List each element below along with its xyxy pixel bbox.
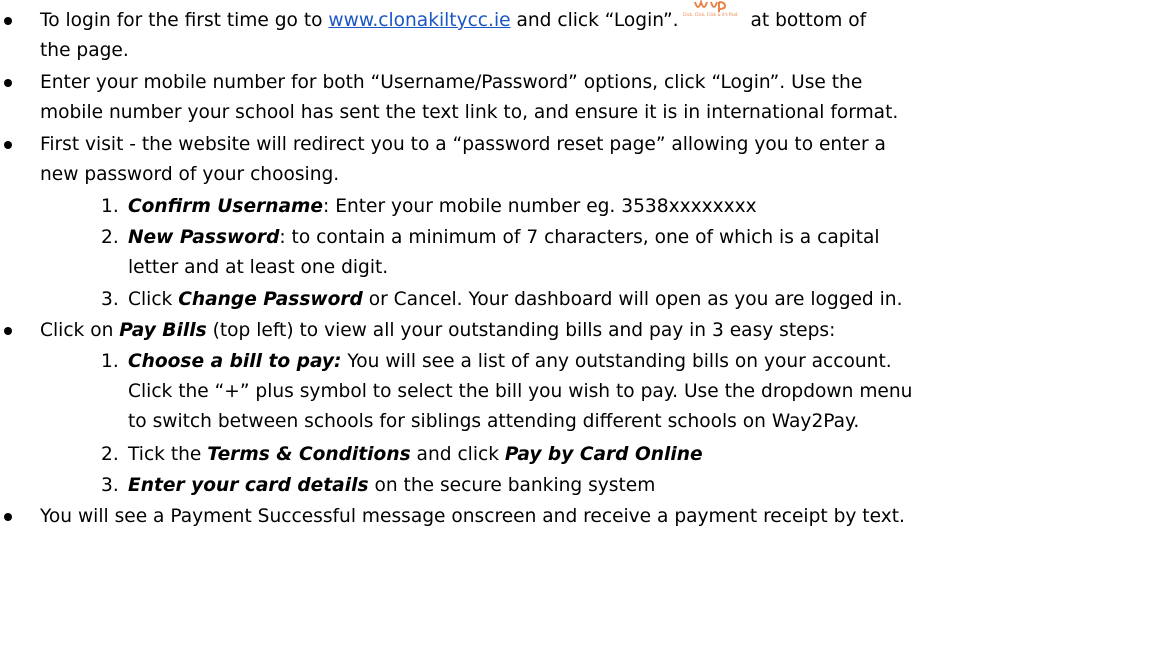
text: Tick the [128,444,208,465]
text: on the secure banking system [368,475,656,496]
bullet-icon [4,79,12,87]
text: To login for the first time go to [40,10,329,31]
bullet-icon [4,513,12,521]
bullet-icon [4,17,12,25]
text: You will see a list of any outstanding b… [341,351,892,372]
emphasis: Choose a bill to pay: [128,351,342,372]
bullet-icon [4,141,12,149]
website-link[interactable]: www.clonakiltycc.ie [328,10,510,31]
text: to switch between schools for siblings a… [128,411,860,432]
text: the page. [40,40,129,61]
emphasis: Confirm Username [128,196,324,217]
text: Enter your mobile number for both “Usern… [40,72,863,93]
text: and click “Login”. [510,10,679,31]
step-number: 2. [101,444,119,465]
text: You will see a Payment Successful messag… [40,506,905,527]
emphasis: Pay by Card Online [504,444,703,465]
text: Click on [40,320,120,341]
way2pay-logo: Click, Click, Click & it's Paid [682,0,738,32]
step-number: 2. [101,227,119,248]
emphasis: New Password [128,227,280,248]
text: mobile number your school has sent the t… [40,102,899,123]
text: : to contain a minimum of 7 characters, … [279,227,880,248]
text: at bottom of [744,10,867,31]
emphasis: Enter your card details [128,475,369,496]
text: : Enter your mobile number eg. 3538xxxxx… [323,196,757,217]
text: and click [410,444,505,465]
emphasis: Change Password [178,289,363,310]
bullet-icon [4,327,12,335]
text: or Cancel. Your dashboard will open as y… [362,289,903,310]
step-number: 3. [101,289,119,310]
logo-tagline: Click, Click, Click & it's Paid [682,12,738,17]
text: letter and at least one digit. [128,257,389,278]
text: (top left) to view all your outstanding … [206,320,836,341]
step-number: 1. [101,351,119,372]
emphasis: Pay Bills [119,320,207,341]
step-number: 3. [101,475,119,496]
instructions-document: To login for the first time go to www.cl… [0,0,1163,661]
emphasis: Terms & Conditions [207,444,411,465]
step-number: 1. [101,196,119,217]
text: First visit - the website will redirect … [40,134,886,155]
text: Click the “+” plus symbol to select the … [128,381,913,402]
text: new password of your choosing. [40,164,340,185]
text: Click [128,289,179,310]
